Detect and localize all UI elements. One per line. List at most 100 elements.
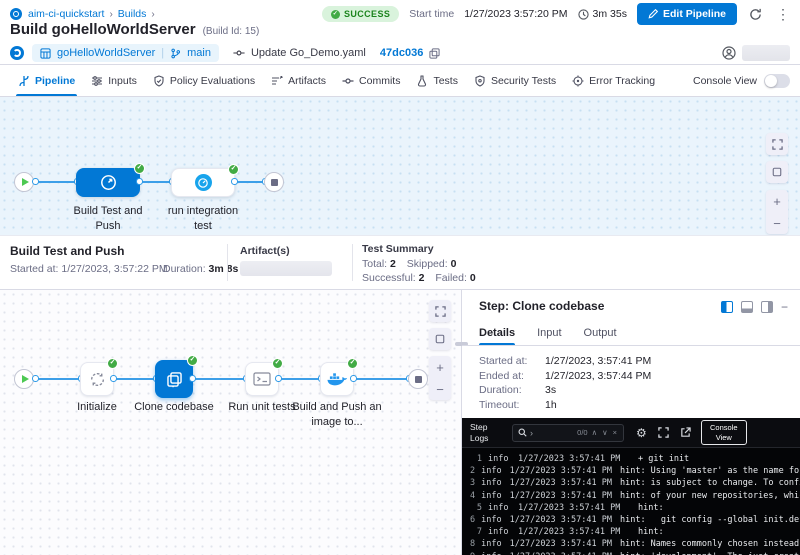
- breadcrumb-builds[interactable]: Builds: [118, 8, 147, 20]
- tab-commits[interactable]: Commits: [334, 66, 408, 96]
- zoom-out-button[interactable]: −: [429, 378, 451, 400]
- console-view-toggle[interactable]: [764, 74, 790, 88]
- git-branch-icon: [170, 48, 181, 59]
- step-logs-title: Step Logs: [470, 422, 506, 443]
- zoom-out-button[interactable]: −: [766, 212, 788, 234]
- edge: [193, 378, 245, 380]
- edit-pipeline-button[interactable]: Edit Pipeline: [637, 3, 737, 25]
- step-label[interactable]: Build and Push an image to...: [292, 400, 382, 430]
- commit-icon: [233, 47, 245, 59]
- field-label: Ended at:: [479, 370, 545, 382]
- log-open-external-button[interactable]: [680, 427, 691, 438]
- duration-value: 3m 8s: [209, 263, 239, 275]
- pipeline-end-node[interactable]: [264, 172, 284, 192]
- fullscreen-icon: [435, 306, 446, 317]
- field-value: 1/27/2023, 3:57:41 PM: [545, 355, 651, 367]
- stage-label[interactable]: Build Test and Push: [63, 204, 153, 234]
- search-prev-button[interactable]: ∧: [591, 428, 599, 437]
- fullscreen-icon: [772, 139, 783, 150]
- layout-split-right-button[interactable]: [761, 301, 773, 313]
- inputs-icon: [91, 75, 103, 87]
- fit-view-icon: [435, 334, 445, 344]
- chip-divider: |: [161, 47, 164, 59]
- ci-stage-icon: [100, 174, 117, 191]
- tab-label: Security Tests: [491, 75, 556, 87]
- skipped-value: 0: [451, 258, 457, 270]
- tab-security-tests[interactable]: Security Tests: [466, 66, 564, 96]
- canvas-fit-button[interactable]: [766, 161, 788, 183]
- field-row: Started at: 1/27/2023, 3:57:41 PM: [479, 354, 651, 369]
- log-settings-gear-icon[interactable]: ⚙: [636, 427, 647, 439]
- zoom-in-button[interactable]: +: [766, 190, 788, 212]
- field-label: Timeout:: [479, 399, 545, 411]
- artifacts-icon: [271, 75, 283, 87]
- console-view-button[interactable]: Console View: [701, 420, 747, 445]
- pencil-icon: [648, 9, 658, 19]
- terminal-icon: [253, 371, 271, 387]
- canvas-fullscreen-button[interactable]: [766, 133, 788, 155]
- step-graph-canvas[interactable]: ✓ ✓ ✓ ✓ Initialize Clone codebase Run un…: [0, 290, 461, 555]
- stage-graph-canvas[interactable]: ✓ ✓ Build Test and Push run integration …: [0, 97, 800, 235]
- success-check-badge: ✓: [134, 163, 145, 174]
- line-level: info: [488, 503, 510, 513]
- test-summary-row: Successful: 2 Failed: 0: [362, 272, 476, 284]
- stage-node-build-test-and-push[interactable]: ✓: [76, 168, 140, 197]
- field-row: Duration: 3s: [479, 383, 651, 398]
- stage-label[interactable]: run integration test: [158, 204, 248, 234]
- tab-inputs[interactable]: Inputs: [83, 66, 145, 96]
- canvas-fit-button[interactable]: [429, 328, 451, 350]
- tab-pipeline[interactable]: Pipeline: [10, 66, 83, 96]
- stage-node-run-integration-test[interactable]: ✓: [171, 168, 235, 197]
- pipeline-run-icon: [10, 46, 24, 60]
- zoom-in-button[interactable]: +: [429, 356, 451, 378]
- tab-error-tracking[interactable]: Error Tracking: [564, 66, 663, 96]
- initialize-sync-icon: [89, 371, 106, 388]
- status-badge: ✓ SUCCESS: [322, 6, 399, 22]
- pipeline-start-node[interactable]: [14, 172, 34, 192]
- tab-artifacts[interactable]: Artifacts: [263, 66, 334, 96]
- search-prompt: ›: [530, 428, 533, 438]
- step-node-clone-codebase[interactable]: ✓: [155, 360, 193, 398]
- layout-split-left-button[interactable]: [721, 301, 733, 313]
- tab-policy-evaluations[interactable]: Policy Evaluations: [145, 66, 263, 96]
- tab-output[interactable]: Output: [584, 320, 617, 345]
- step-node-initialize[interactable]: ✓: [80, 362, 114, 396]
- search-close-button[interactable]: ×: [612, 428, 618, 437]
- log-fullscreen-button[interactable]: [658, 427, 669, 438]
- breadcrumb-separator-icon: ›: [109, 9, 112, 20]
- tab-tests[interactable]: Tests: [408, 66, 466, 96]
- log-search-box[interactable]: › 0/0 ∧ ∨ ×: [512, 424, 624, 442]
- stage-end-node[interactable]: [408, 369, 428, 389]
- copy-icon[interactable]: [429, 48, 440, 59]
- line-message: hint: Names commonly chosen instead of: [620, 539, 800, 549]
- stage-start-node[interactable]: [14, 369, 34, 389]
- commits-icon: [342, 75, 354, 87]
- started-value: 1/27/2023, 3:57:22 PM: [61, 263, 167, 275]
- docker-icon: [327, 372, 347, 387]
- triggered-by: [722, 45, 790, 61]
- repo-name: goHelloWorldServer: [57, 47, 155, 59]
- step-node-run-unit-tests[interactable]: ✓: [245, 362, 279, 396]
- commit-info: Update Go_Demo.yaml 47dc036: [233, 47, 440, 59]
- refresh-button[interactable]: [747, 8, 764, 21]
- panel-layout-controls: −: [721, 300, 788, 314]
- fit-view-icon: [772, 167, 782, 177]
- page-title: Build goHelloWorldServer: [10, 21, 196, 38]
- repo-branch-chip[interactable]: goHelloWorldServer | main: [32, 44, 219, 62]
- breadcrumb-project[interactable]: aim-ci-quickstart: [28, 8, 104, 20]
- layout-bottom-button[interactable]: [741, 301, 753, 313]
- step-node-build-and-push[interactable]: ✓: [320, 362, 354, 396]
- commit-sha-link[interactable]: 47dc036: [380, 47, 423, 59]
- more-options-button[interactable]: ⋮: [774, 6, 792, 23]
- edit-pipeline-label: Edit Pipeline: [663, 8, 726, 20]
- step-detail-fields: Started at: 1/27/2023, 3:57:41 PM Ended …: [479, 354, 651, 412]
- canvas-fullscreen-button[interactable]: [429, 300, 451, 322]
- tab-input[interactable]: Input: [537, 320, 561, 345]
- successful-label: Successful:: [362, 272, 416, 284]
- tab-details[interactable]: Details: [479, 320, 515, 345]
- search-next-button[interactable]: ∨: [601, 428, 609, 437]
- step-label[interactable]: Clone codebase: [129, 400, 219, 415]
- success-check-badge: ✓: [228, 164, 239, 175]
- line-message: hint: Using 'master' as the name for the: [620, 466, 800, 476]
- panel-minimize-button[interactable]: −: [781, 300, 788, 314]
